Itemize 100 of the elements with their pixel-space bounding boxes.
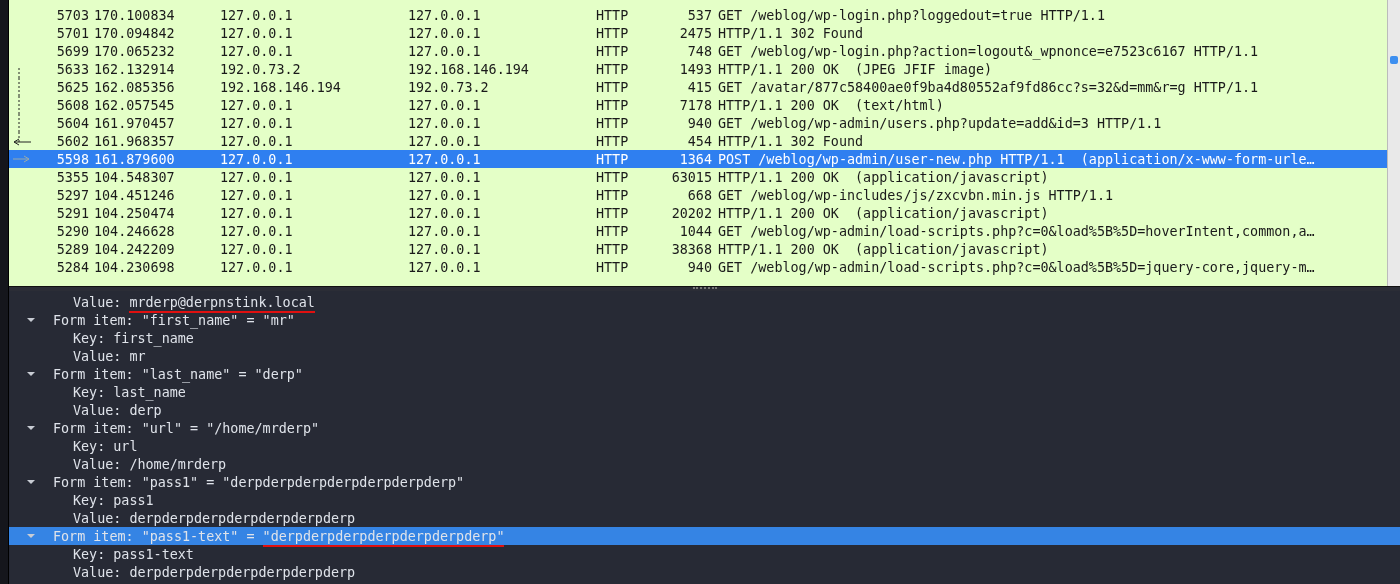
packet-source: 127.0.0.1 bbox=[220, 223, 294, 239]
packet-number: 5699 bbox=[55, 43, 89, 59]
packet-length: 1364 bbox=[678, 151, 712, 167]
packet-number: 5608 bbox=[55, 97, 89, 113]
packet-row[interactable]: 5608 162.057545 127.0.0.1 127.0.0.1 HTTP 7178 HTTP/1.1 200 OK (text/html) bbox=[9, 96, 1387, 114]
packet-protocol: HTTP bbox=[596, 43, 630, 59]
packet-info: HTTP/1.1 200 OK (text/html) bbox=[717, 97, 945, 113]
tree-item-text: Key: pass1 bbox=[73, 492, 154, 508]
packet-source: 127.0.0.1 bbox=[220, 97, 294, 113]
packet-protocol: HTTP bbox=[596, 169, 630, 185]
packet-row[interactable]: 5703 170.100834 127.0.0.1 127.0.0.1 HTTP 537 GET /weblog/wp-login.php?loggedout=true HTTP/1.1 bbox=[9, 6, 1387, 24]
packet-source: 127.0.0.1 bbox=[220, 241, 294, 257]
caret-down-icon[interactable] bbox=[27, 370, 35, 378]
packet-source: 127.0.0.1 bbox=[220, 151, 294, 167]
packet-source: 192.0.73.2 bbox=[220, 61, 302, 77]
packet-destination: 127.0.0.1 bbox=[408, 43, 482, 59]
packet-number: 5602 bbox=[55, 133, 89, 149]
packet-time: 162.132914 bbox=[93, 61, 176, 77]
packet-info: GET /weblog/wp-admin/users.php?update=add&id=3 HTTP/1.1 bbox=[717, 115, 1163, 131]
packet-row[interactable]: 5604 161.970457 127.0.0.1 127.0.0.1 HTTP 940 GET /weblog/wp-admin/users.php?update=add&id=3 HTTP/1.1 bbox=[9, 114, 1387, 132]
packet-source: 127.0.0.1 bbox=[220, 43, 294, 59]
packet-row[interactable]: 5290 104.246628 127.0.0.1 127.0.0.1 HTTP 1044 GET /weblog/wp-admin/load-scripts.php?c=0&load%5B%5D=hoverIntent,common,a… bbox=[9, 222, 1387, 240]
packet-length: 537 bbox=[686, 7, 712, 23]
packet-destination: 127.0.0.1 bbox=[408, 7, 482, 23]
packet-row[interactable]: 5598 161.879600 127.0.0.1 127.0.0.1 HTTP 1364 POST /weblog/wp-admin/user-new.php HTTP/1.1 (application/x-www-form-urle… bbox=[9, 150, 1387, 168]
tree-item[interactable]: Form item: "url" = "/home/mrderp" bbox=[9, 419, 1400, 437]
packet-source: 127.0.0.1 bbox=[220, 115, 294, 131]
packet-source: 127.0.0.1 bbox=[220, 205, 294, 221]
packet-destination: 127.0.0.1 bbox=[408, 223, 482, 239]
packet-number: 5701 bbox=[55, 25, 89, 41]
tree-item-text: Value: mrderp@derpnstink.local bbox=[73, 294, 315, 310]
packet-destination: 127.0.0.1 bbox=[408, 241, 482, 257]
packet-info: POST /weblog/wp-admin/user-new.php HTTP/1.1 (application/x-www-form-urle… bbox=[717, 151, 1316, 167]
tree-item-text: Value: mr bbox=[73, 348, 146, 364]
packet-info: GET /weblog/wp-includes/js/zxcvbn.min.js HTTP/1.1 bbox=[717, 187, 1115, 203]
tree-item-text: Value: derpderpderpderpderpderpderp bbox=[73, 510, 356, 526]
packet-time: 104.246628 bbox=[93, 223, 176, 239]
tree-item-text: Key: url bbox=[73, 438, 138, 454]
packet-info: GET /weblog/wp-admin/load-scripts.php?c=0&load%5B%5D=hoverIntent,common,a… bbox=[717, 223, 1316, 239]
packet-row[interactable]: 5625 162.085356 192.168.146.194 192.0.73.2 HTTP 415 GET /avatar/877c58400ae0f9ba4d80552af9fd86cc?s=32&d=mm&r=g HTTP/1.1 bbox=[9, 78, 1387, 96]
packet-number: 5355 bbox=[55, 169, 89, 185]
packet-info: HTTP/1.1 302 Found bbox=[717, 133, 865, 149]
packet-number: 5633 bbox=[55, 61, 89, 77]
packet-info: HTTP/1.1 200 OK (application/javascript) bbox=[717, 169, 1050, 185]
caret-down-icon[interactable] bbox=[27, 316, 35, 324]
packet-number: 5598 bbox=[55, 151, 89, 167]
packet-number: 5284 bbox=[55, 259, 89, 275]
packet-number: 5291 bbox=[55, 205, 89, 221]
packet-info: GET /weblog/wp-login.php?loggedout=true HTTP/1.1 bbox=[717, 7, 1106, 23]
packet-protocol: HTTP bbox=[596, 25, 630, 41]
packet-protocol: HTTP bbox=[596, 61, 630, 77]
packet-time: 104.230698 bbox=[93, 259, 176, 275]
packet-destination: 127.0.0.1 bbox=[408, 115, 482, 131]
tree-item[interactable]: Form item: "first_name" = "mr" bbox=[9, 311, 1400, 329]
packet-row[interactable]: 5602 161.968357 127.0.0.1 127.0.0.1 HTTP 454 HTTP/1.1 302 Found bbox=[9, 132, 1387, 150]
packet-length: 940 bbox=[686, 259, 712, 275]
scrollbar[interactable] bbox=[1387, 0, 1400, 286]
tree-item-text: Key: pass1-text bbox=[73, 546, 194, 562]
packet-protocol: HTTP bbox=[596, 115, 630, 131]
caret-down-icon[interactable] bbox=[27, 424, 35, 432]
packet-row[interactable]: 5289 104.242209 127.0.0.1 127.0.0.1 HTTP 38368 HTTP/1.1 200 OK (application/javascript) bbox=[9, 240, 1387, 258]
tree-item-text: Value: derpderpderpderpderpderpderp bbox=[73, 564, 356, 580]
packet-info: GET /avatar/877c58400ae0f9ba4d80552af9fd86cc?s=32&d=mm&r=g HTTP/1.1 bbox=[717, 79, 1260, 95]
tree-item[interactable]: Form item: "pass1" = "derpderpderpderpderpderpderp" bbox=[9, 473, 1400, 491]
packet-destination: 127.0.0.1 bbox=[408, 25, 482, 41]
packet-number: 5604 bbox=[55, 115, 89, 131]
packet-length: 748 bbox=[686, 43, 712, 59]
caret-down-icon[interactable] bbox=[27, 478, 35, 486]
packet-row[interactable]: 5355 104.548307 127.0.0.1 127.0.0.1 HTTP 63015 HTTP/1.1 200 OK (application/javascript) bbox=[9, 168, 1387, 186]
packet-info: GET /weblog/wp-admin/load-scripts.php?c=0&load%5B%5D=jquery-core,jquery-m… bbox=[717, 259, 1316, 275]
packet-number: 5297 bbox=[55, 187, 89, 203]
packet-time: 161.970457 bbox=[93, 115, 176, 131]
packet-time: 161.968357 bbox=[93, 133, 176, 149]
packet-source: 127.0.0.1 bbox=[220, 259, 294, 275]
packet-row[interactable]: 5701 170.094842 127.0.0.1 127.0.0.1 HTTP 2475 HTTP/1.1 302 Found bbox=[9, 24, 1387, 42]
packet-number: 5703 bbox=[55, 7, 89, 23]
tree-item[interactable]: Form item: "last_name" = "derp" bbox=[9, 365, 1400, 383]
packet-protocol: HTTP bbox=[596, 223, 630, 239]
packet-source: 127.0.0.1 bbox=[220, 133, 294, 149]
packet-destination: 127.0.0.1 bbox=[408, 205, 482, 221]
packet-row[interactable]: 5291 104.250474 127.0.0.1 127.0.0.1 HTTP 20202 HTTP/1.1 200 OK (application/javascript) bbox=[9, 204, 1387, 222]
packet-length: 940 bbox=[686, 115, 712, 131]
packet-row[interactable]: 5633 162.132914 192.0.73.2 192.168.146.194 HTTP 1493 HTTP/1.1 200 OK (JPEG JFIF image) bbox=[9, 60, 1387, 78]
packet-number: 5290 bbox=[55, 223, 89, 239]
packet-row[interactable]: 5699 170.065232 127.0.0.1 127.0.0.1 HTTP 748 GET /weblog/wp-login.php?action=logout&_wpnonce=e7523c6167 HTTP/1.1 bbox=[9, 42, 1387, 60]
packet-time: 170.100834 bbox=[93, 7, 176, 23]
packet-source: 127.0.0.1 bbox=[220, 7, 294, 23]
packet-protocol: HTTP bbox=[596, 97, 630, 113]
packet-source: 127.0.0.1 bbox=[220, 25, 294, 41]
packet-info: HTTP/1.1 200 OK (application/javascript) bbox=[717, 205, 1050, 221]
packet-number: 5289 bbox=[55, 241, 89, 257]
packet-info: HTTP/1.1 302 Found bbox=[717, 25, 865, 41]
packet-protocol: HTTP bbox=[596, 241, 630, 257]
packet-number: 5625 bbox=[55, 79, 89, 95]
packet-destination: 127.0.0.1 bbox=[408, 187, 482, 203]
packet-time: 104.250474 bbox=[93, 205, 176, 221]
packet-row[interactable]: 5297 104.451246 127.0.0.1 127.0.0.1 HTTP 668 GET /weblog/wp-includes/js/zxcvbn.min.js HTTP/1.1 bbox=[9, 186, 1387, 204]
packet-row[interactable]: 5284 104.230698 127.0.0.1 127.0.0.1 HTTP 940 GET /weblog/wp-admin/load-scripts.php?c=0&load%5B%5D=jquery-core,jquery-m… bbox=[9, 258, 1387, 276]
packet-length: 1493 bbox=[678, 61, 712, 77]
tree-item-text: Value: /home/mrderp bbox=[73, 456, 227, 472]
